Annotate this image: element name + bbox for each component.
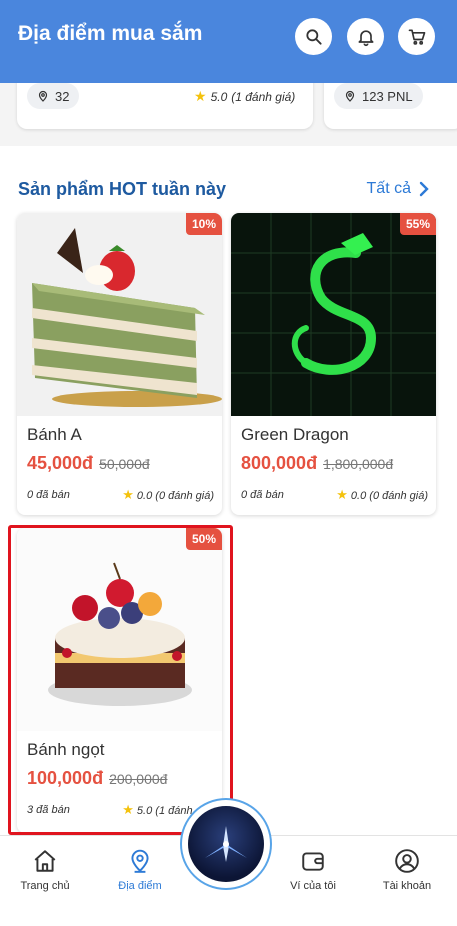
sold-count: 0 đã bán — [241, 489, 284, 501]
product-meta: 0 đã bán ★ 0.0 (0 đánh giá) — [241, 487, 428, 503]
product-meta: 3 đã bán ★ 5.0 (1 đánh giá) — [27, 802, 214, 818]
discount-badge: 55% — [399, 213, 436, 235]
search-icon — [305, 28, 322, 45]
cart-button[interactable] — [398, 18, 435, 55]
discount-badge: 50% — [185, 528, 222, 550]
product-image — [17, 213, 222, 416]
app-screen: Địa điểm mua sắm 32 ★ 5.0 (1 đánh giá) 1… — [0, 0, 457, 926]
store-card[interactable]: 32 ★ 5.0 (1 đánh giá) — [17, 83, 313, 129]
rating-value: 0.0 — [136, 490, 153, 502]
nav-account[interactable]: Tài khoản — [367, 848, 447, 892]
product-image — [17, 528, 222, 731]
current-price: 800,000đ — [241, 453, 318, 473]
see-all-label: Tất cả — [366, 180, 411, 197]
nav-label: Địa điểm — [118, 880, 162, 892]
sold-count: 0 đã bán — [27, 489, 70, 501]
current-price: 100,000đ — [27, 768, 104, 788]
product-price: 45,000đ 50,000đ — [27, 453, 150, 474]
nav-home[interactable]: Trang chủ — [5, 848, 85, 892]
user-icon — [395, 849, 419, 873]
product-price: 800,000đ 1,800,000đ — [241, 453, 393, 474]
product-meta: 0 đã bán ★ 0.0 (0 đánh giá) — [27, 487, 214, 503]
product-name: Bánh A — [27, 425, 82, 444]
product-rating: ★ 0.0 (0 đánh giá) — [122, 487, 214, 503]
nav-label: Tài khoản — [382, 880, 432, 892]
star-icon: ★ — [336, 487, 348, 502]
location-pin-icon — [345, 90, 355, 102]
app-logo-icon — [188, 806, 264, 882]
product-card[interactable]: 50% Bánh ngọt 100,000đ 200,000đ 3 đã bán… — [17, 528, 222, 833]
rating-value: 5.0 — [210, 89, 228, 104]
star-burst-icon — [205, 826, 247, 862]
store-rating: ★ 5.0 (1 đánh giá) — [194, 88, 295, 105]
old-price: 1,800,000đ — [323, 456, 394, 472]
nav-label: Trang chủ — [20, 880, 70, 892]
top-header: Địa điểm mua sắm — [0, 0, 457, 83]
location-text: 123 PNL — [362, 88, 413, 104]
old-price: 200,000đ — [109, 771, 168, 787]
product-price: 100,000đ 200,000đ — [27, 768, 167, 789]
content-area: 32 ★ 5.0 (1 đánh giá) 123 PNL Sản phẩm H… — [0, 83, 457, 843]
nav-places[interactable]: Địa điểm — [100, 848, 180, 892]
center-action-button[interactable] — [182, 800, 270, 888]
location-pill: 32 — [27, 83, 80, 109]
rating-count: (1 đánh giá) — [231, 89, 296, 104]
rating-value: 5.0 — [136, 805, 153, 817]
rating-count: (0 đánh giá) — [155, 490, 214, 502]
section-title: Sản phẩm HOT tuần này — [18, 179, 227, 199]
star-icon: ★ — [194, 88, 207, 104]
product-rating: ★ 0.0 (0 đánh giá) — [336, 487, 428, 503]
discount-badge: 10% — [185, 213, 222, 235]
chevron-right-icon — [419, 181, 429, 197]
product-image — [231, 213, 436, 416]
location-text: 32 — [55, 88, 70, 104]
product-name: Bánh ngọt — [27, 740, 105, 759]
wallet-icon — [302, 852, 324, 871]
see-all-link[interactable]: Tất cả — [367, 180, 429, 198]
nav-label: Ví của tôi — [290, 880, 336, 892]
star-icon: ★ — [122, 487, 134, 502]
rating-value: 0.0 — [350, 490, 367, 502]
location-pill: 123 PNL — [334, 83, 423, 109]
sold-count: 3 đã bán — [27, 804, 70, 816]
nav-wallet[interactable]: Ví của tôi — [273, 848, 353, 892]
page-title: Địa điểm mua sắm — [18, 22, 203, 45]
map-pin-icon — [131, 849, 149, 873]
search-button[interactable] — [295, 18, 332, 55]
star-icon: ★ — [122, 802, 134, 817]
bell-icon — [358, 29, 373, 46]
product-card[interactable]: 55% Green Dragon 800,000đ 1,800,000đ 0 đ… — [231, 213, 436, 515]
product-card[interactable]: 10% Bánh A 45,000đ 50,000đ 0 đã bán ★ 0.… — [17, 213, 222, 515]
old-price: 50,000đ — [99, 456, 150, 472]
rating-count: (0 đánh giá) — [369, 490, 428, 502]
location-pin-icon — [38, 90, 48, 102]
notification-button[interactable] — [347, 18, 384, 55]
cart-icon — [408, 29, 425, 45]
product-name: Green Dragon — [241, 425, 349, 444]
home-icon — [34, 850, 56, 872]
current-price: 45,000đ — [27, 453, 94, 473]
store-card[interactable]: 123 PNL — [324, 83, 457, 129]
